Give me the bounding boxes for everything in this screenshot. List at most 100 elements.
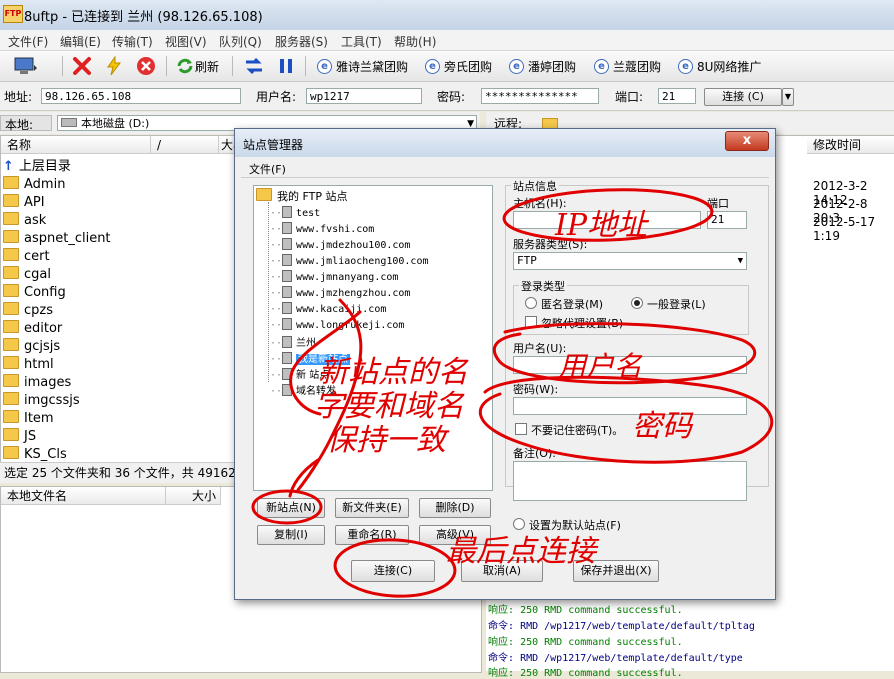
username-input[interactable]: wp1217 [306,88,422,104]
list-item[interactable]: images [3,374,71,392]
site-node[interactable]: ·· www.fvshi.com [270,222,374,235]
menu-tools[interactable]: 工具(T) [341,33,382,50]
transfer-arrows-icon [246,57,262,75]
refresh-button[interactable]: 刷新 [175,55,219,77]
list-item[interactable]: gcjsjs [3,338,60,356]
list-item[interactable]: API [3,194,45,212]
log-pane: 响应: 250 RMD command successful. 命令: RMD … [486,600,894,679]
pause-button[interactable] [276,55,296,77]
queue-col-name[interactable]: 本地文件名 [1,487,166,505]
dialog-port-input[interactable]: 21 [707,211,747,229]
close-icon[interactable]: x [725,131,769,151]
tree-root[interactable]: 我的 FTP 站点 [256,188,347,204]
advanced-button[interactable]: 高级(V) [419,525,491,545]
queue-col-size[interactable]: 大小 [166,487,221,505]
copy-button[interactable]: 复制(I) [257,525,325,545]
menu-file[interactable]: 文件(F) [8,33,48,50]
menu-queue[interactable]: 队列(Q) [219,33,262,50]
new-site-button[interactable]: 新站点(N) [257,498,325,518]
no-remember-checkbox[interactable]: 不要记住密码(T)。 [515,422,623,438]
anonymous-login-radio[interactable]: 匿名登录(M) [525,296,603,312]
list-item[interactable]: imgcssjs [3,392,80,410]
chevron-down-icon: ▼ [737,256,743,266]
disconnect-button[interactable] [72,55,92,77]
folder-icon [3,374,19,387]
col-sort-indicator[interactable]: / [151,136,219,154]
site-node[interactable]: ·· www.kacaiji.com [270,302,386,315]
list-item[interactable]: ask [3,212,46,230]
menu-server[interactable]: 服务器(S) [275,33,328,50]
site-node[interactable]: ·· 新 站点 [270,366,329,381]
rename-button[interactable]: 重命名(R) [335,525,409,545]
server-icon [282,286,293,298]
list-item[interactable]: JS [3,428,36,446]
open-folder-icon [256,188,272,201]
list-item[interactable]: editor [3,320,62,338]
monitor-icon [14,57,37,74]
col-name[interactable]: 名称 [1,136,151,154]
log-line: 响应: 250 RMD command successful. [488,605,683,616]
pause-icon [280,59,292,73]
password-input[interactable]: ************** [481,88,599,104]
save-exit-button[interactable]: 保存并退出(X) [573,560,659,582]
log-line: 命令: RMD /wp1217/web/template/default/tpl… [488,621,755,632]
port-input[interactable]: 21 [658,88,696,104]
dialog-password-input[interactable] [513,397,747,415]
ie-icon: e [594,58,609,74]
list-item[interactable]: Config [3,284,66,302]
site-node[interactable]: ·· www.jmliaocheng100.com [270,254,429,267]
list-item[interactable]: cpzs [3,302,53,320]
site-node[interactable]: ·· 兰州 [270,334,316,349]
host-input[interactable] [513,211,701,229]
menu-transfer[interactable]: 传输(T) [112,33,153,50]
notes-textarea[interactable] [513,461,747,501]
site-node[interactable]: ·· www.jmzhengzhou.com [270,286,410,299]
link-8u[interactable]: e 8U网络推广 [678,55,761,77]
site-node[interactable]: ·· www.jmnanyang.com [270,270,398,283]
ignore-proxy-checkbox[interactable]: 忽略代理设置(B) [525,315,623,331]
connect-button[interactable]: 连接 (C) [704,88,782,106]
set-default-radio[interactable]: 设置为默认站点(F) [513,517,621,533]
link-lankou[interactable]: e 兰蔻团购 [594,55,661,77]
delete-button[interactable]: 删除(D) [419,498,491,518]
list-item[interactable]: Admin [3,176,65,194]
list-item[interactable]: cert [3,248,50,266]
link-panting[interactable]: e 潘婷团购 [509,55,576,77]
new-folder-button[interactable]: 新文件夹(E) [335,498,409,518]
normal-login-radio[interactable]: 一般登录(L) [631,296,706,312]
site-manager-button[interactable] [12,55,38,77]
sync-button[interactable] [243,55,265,77]
site-node[interactable]: ·· 我是新站点 [270,350,351,365]
address-input[interactable]: 98.126.65.108 [41,88,241,104]
site-node[interactable]: ·· www.longrukeji.com [270,318,404,331]
password-label: 密码: [437,90,466,104]
app-logo-icon: FTP [3,5,23,23]
dialog-connect-button[interactable]: 连接(C) [351,560,435,582]
folder-icon [3,212,19,225]
site-node[interactable]: ·· test [270,206,320,219]
menu-view[interactable]: 视图(V) [165,33,207,50]
menu-edit[interactable]: 编辑(E) [60,33,101,50]
dialog-username-input[interactable] [513,356,747,374]
cancel-button[interactable]: 取消(A) [461,560,543,582]
stop-button[interactable] [136,55,156,77]
list-item[interactable]: html [3,356,54,374]
dialog-title-bar: 站点管理器 x [235,129,775,157]
connect-dropdown-icon[interactable]: ▼ [782,88,794,106]
parent-dir-row[interactable]: ↑ 上层目录 [3,158,71,176]
quick-connect-button[interactable] [104,55,124,77]
menu-help[interactable]: 帮助(H) [394,33,436,50]
dialog-menu-file[interactable]: 文件(F) [249,161,286,177]
link-yashi[interactable]: e 雅诗兰黛团购 [317,55,408,77]
site-node[interactable]: ·· 域名转发 [270,382,336,397]
server-type-select[interactable]: FTP ▼ [513,252,747,270]
dialog-port-label: 端口 [707,197,729,210]
site-tree[interactable]: 我的 FTP 站点 ·· test ·· www.fvshi.com ·· www.jmd… [253,185,493,491]
col-modified[interactable]: 修改时间 [807,136,894,154]
list-item[interactable]: aspnet_client [3,230,111,248]
site-node[interactable]: ·· www.jmdezhou100.com [270,238,410,251]
list-item[interactable]: cgal [3,266,51,284]
link-pangshi[interactable]: e 旁氏团购 [425,55,492,77]
folder-icon [3,428,19,441]
list-item[interactable]: Item [3,410,54,428]
